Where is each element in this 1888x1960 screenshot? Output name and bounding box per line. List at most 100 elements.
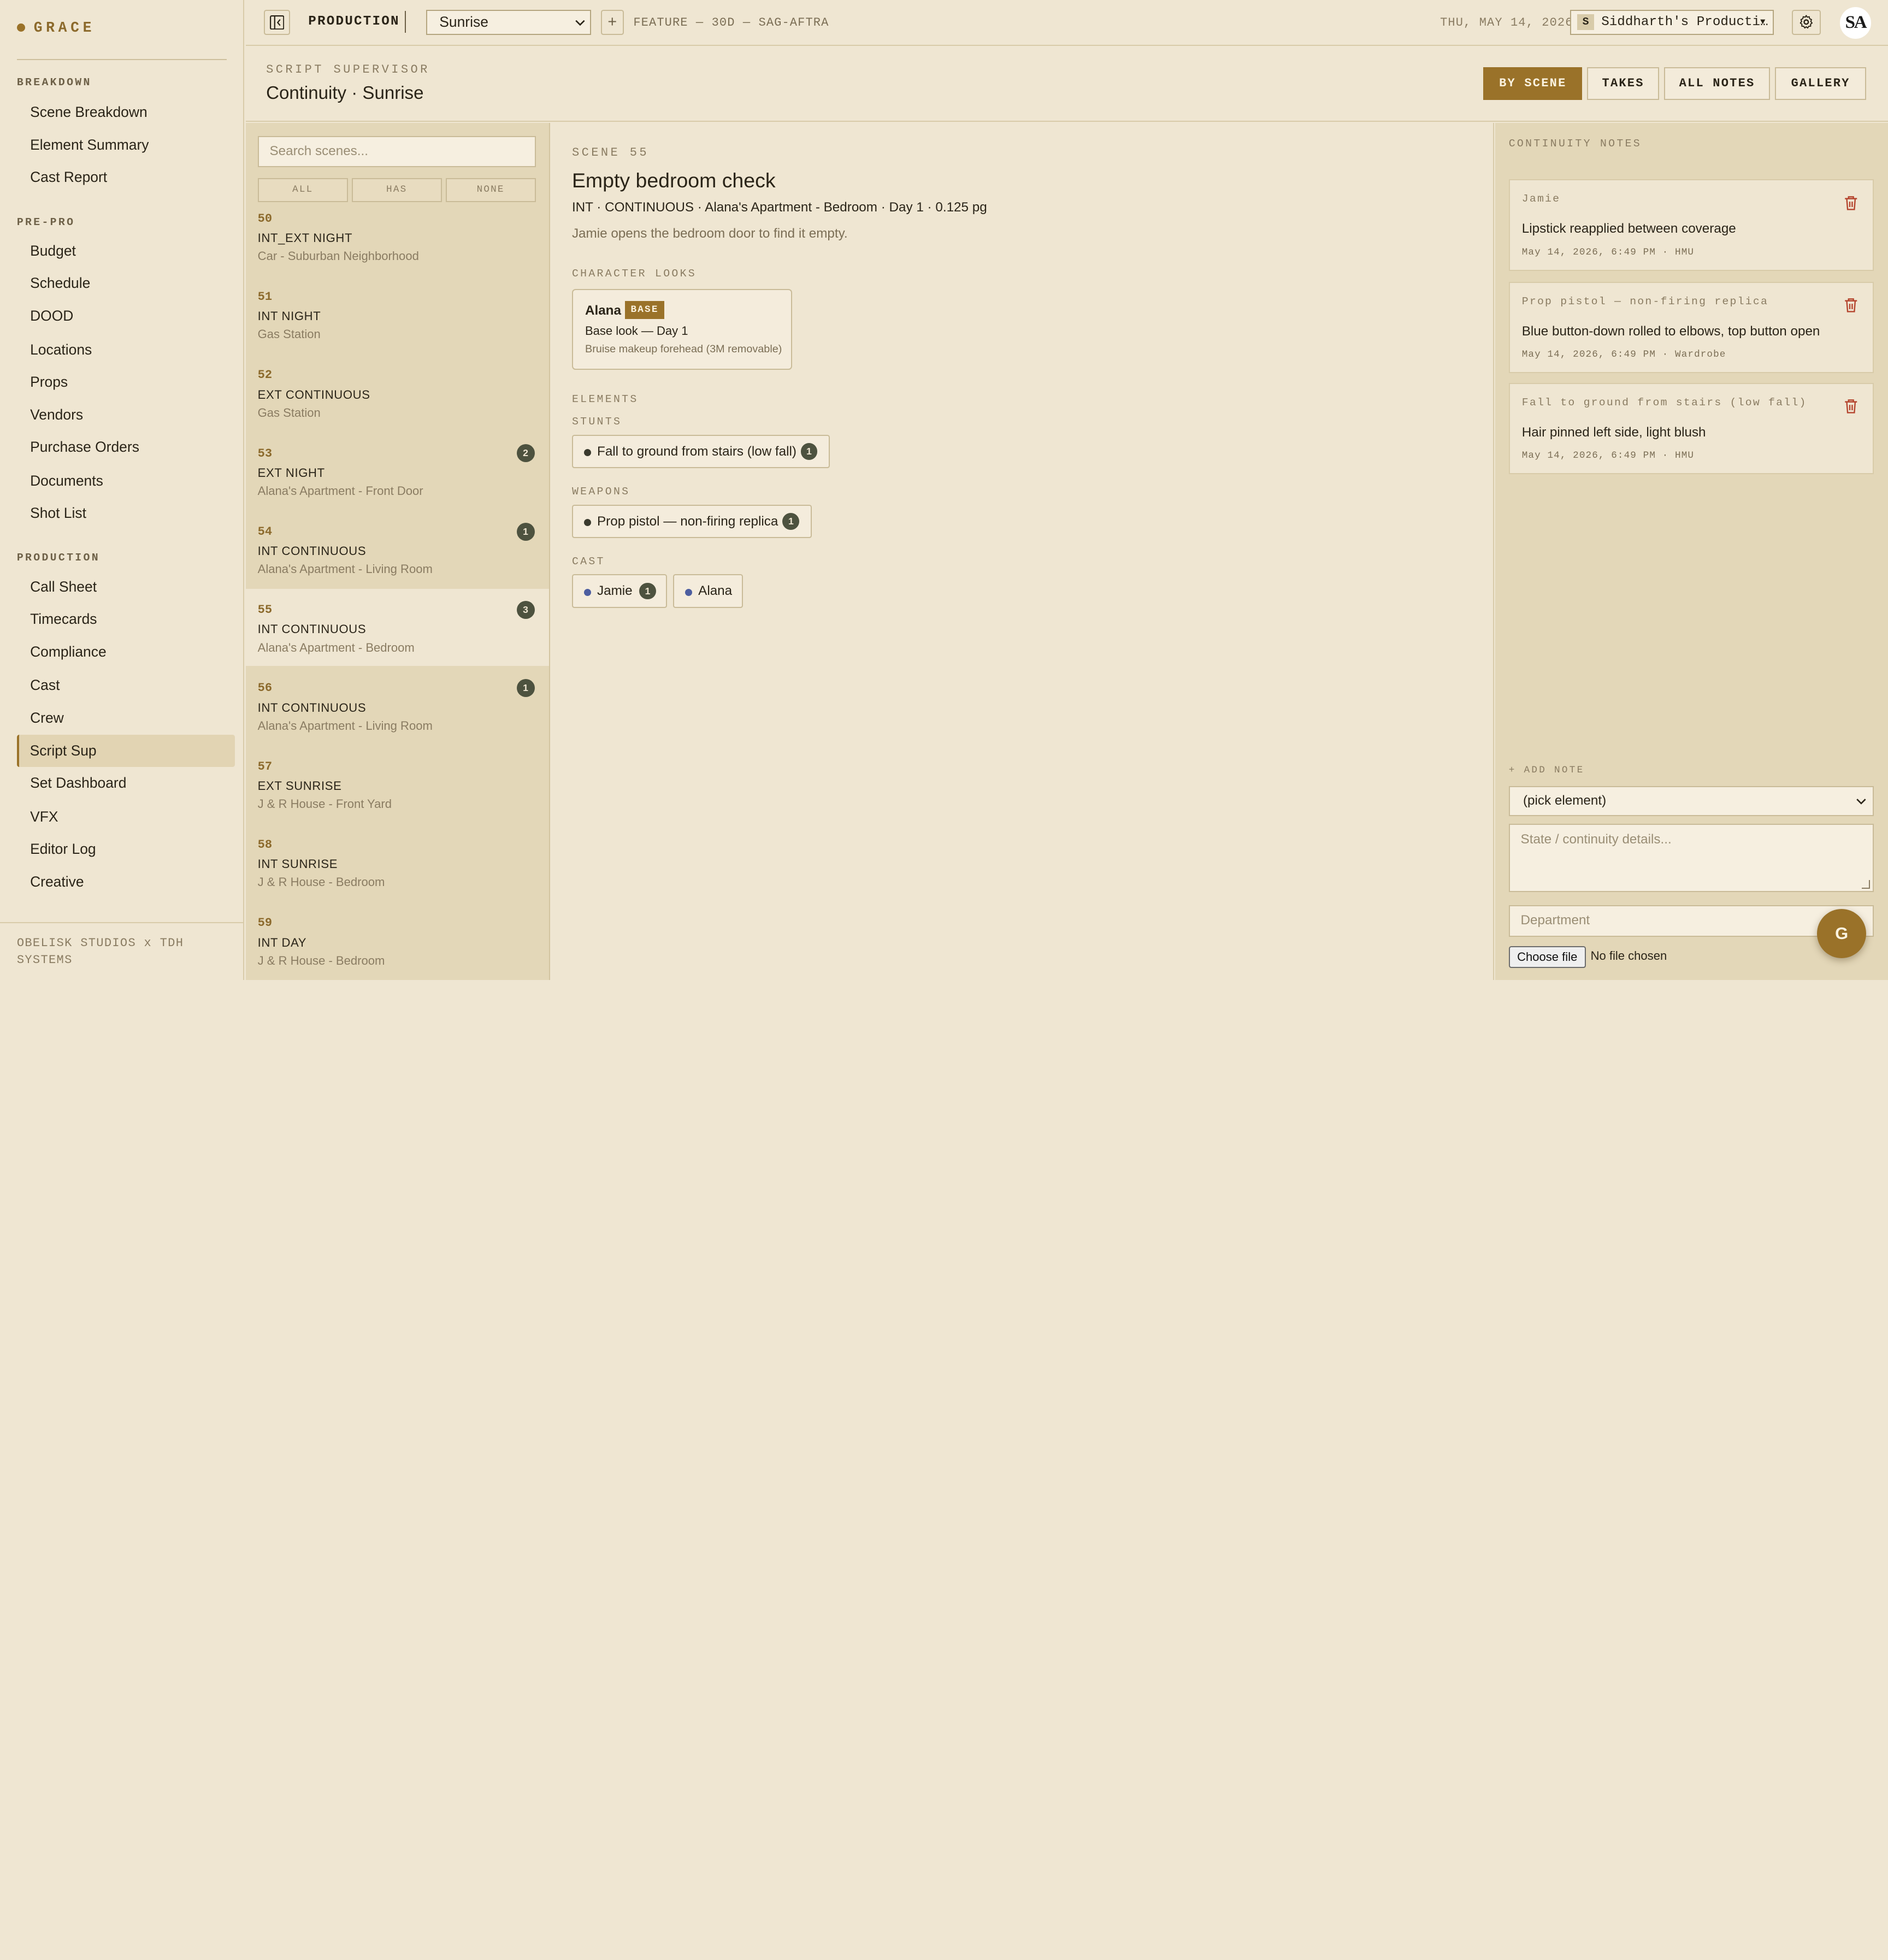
trash-icon[interactable] (1844, 398, 1858, 414)
sidebar-item-editor-log[interactable]: Editor Log (17, 833, 235, 866)
note-card: Prop pistol — non-firing replica Blue bu… (1508, 281, 1874, 374)
brand-logo[interactable]: GRACE (0, 0, 243, 55)
sidebar-item-vendors[interactable]: Vendors (17, 399, 235, 432)
scene-row-54[interactable]: 54 1 INT CONTINUOUS Alana's Apartment - … (246, 511, 549, 588)
note-text: Blue button-down rolled to elbows, top b… (1521, 323, 1820, 339)
element-chip-cast-jamie[interactable]: Jamie 1 (571, 574, 668, 609)
element-chip-stunt[interactable]: Fall to ground from stairs (low fall) 1 (571, 434, 830, 469)
sidebar-item-script-sup[interactable]: Script Sup (16, 734, 235, 767)
scene-location: Alana's Apartment - Front Door (257, 484, 423, 498)
sidebar-item-scene-breakdown[interactable]: Scene Breakdown (17, 96, 235, 129)
scene-row-50[interactable]: 50 INT_EXT NIGHT Car - Suburban Neighbor… (246, 212, 549, 275)
scene-row-58[interactable]: 58 INT SUNRISE J & R House - Bedroom (246, 824, 549, 901)
cast-dot-icon (685, 588, 693, 596)
cast-label: CAST (571, 555, 605, 568)
element-select[interactable]: (pick element) (1508, 786, 1874, 817)
look-note: Bruise makeup forehead (3M removable) (585, 343, 782, 355)
sidebar-footer: OBELISK STUDIOS x TDH SYSTEMS (0, 922, 244, 980)
settings-button[interactable] (1791, 9, 1821, 35)
sidebar-item-locations[interactable]: Locations (17, 334, 235, 367)
filter-none-button[interactable]: NONE (445, 178, 536, 203)
choose-file-button[interactable]: Choose file (1508, 946, 1586, 969)
element-label: Fall to ground from stairs (low fall) (597, 444, 796, 459)
scene-slug: INT CONTINUOUS (257, 544, 367, 558)
sidebar-item-schedule[interactable]: Schedule (17, 267, 235, 300)
scene-number: 57 (257, 759, 273, 774)
sidebar-item-cast-report[interactable]: Cast Report (17, 161, 235, 194)
resize-handle-icon[interactable] (1861, 880, 1871, 889)
scene-location: Car - Suburban Neighborhood (257, 249, 419, 263)
scene-row-55-selected[interactable]: 55 3 INT CONTINUOUS Alana's Apartment - … (245, 588, 550, 666)
sidebar-item-purchase-orders[interactable]: Purchase Orders (17, 431, 235, 464)
filter-has-button[interactable]: HAS (351, 178, 442, 203)
look-character-name: Alana (585, 303, 621, 318)
org-switcher[interactable]: S Siddharth's Producti… ▼ (1570, 9, 1774, 35)
search-input[interactable]: Search scenes... (257, 136, 536, 168)
sidebar-item-budget[interactable]: Budget (17, 235, 235, 268)
note-element-tag: Fall to ground from stairs (low fall) (1521, 395, 1807, 409)
tab-gallery[interactable]: GALLERY (1774, 67, 1867, 100)
element-label: Prop pistol — non-firing replica (597, 513, 778, 529)
scene-number: 51 (257, 290, 273, 304)
scene-slug: INT CONTINUOUS (257, 622, 367, 636)
continuity-details-textarea[interactable]: State / continuity details... (1508, 823, 1874, 893)
note-card: Jamie Lipstick reapplied between coverag… (1508, 179, 1874, 271)
trash-icon[interactable] (1844, 195, 1858, 211)
file-status: No file chosen (1590, 948, 1667, 963)
trash-icon[interactable] (1844, 297, 1858, 313)
sidebar-item-documents[interactable]: Documents (17, 465, 235, 498)
scene-row-59[interactable]: 59 INT DAY J & R House - Bedroom (246, 902, 549, 979)
element-chip-cast-alana[interactable]: Alana (673, 574, 743, 609)
tab-takes[interactable]: TAKES (1586, 67, 1660, 100)
element-select-value: (pick element) (1523, 793, 1607, 808)
sidebar-item-vfx[interactable]: VFX (17, 801, 235, 834)
scene-number: 54 (257, 524, 273, 539)
project-select-value: Sunrise (439, 13, 488, 30)
note-card: Fall to ground from stairs (low fall) Ha… (1508, 382, 1874, 475)
scene-list-scroll[interactable]: 50 INT_EXT NIGHT Car - Suburban Neighbor… (245, 212, 550, 980)
scene-number: 58 (257, 838, 273, 852)
scene-number: 59 (257, 916, 273, 930)
element-dot-icon (583, 448, 591, 457)
note-element-tag: Prop pistol — non-firing replica (1521, 294, 1769, 308)
sidebar: GRACE BREAKDOWN Scene Breakdown Element … (0, 0, 245, 981)
sidebar-item-dood[interactable]: DOOD (17, 300, 235, 333)
scene-row-51[interactable]: 51 INT NIGHT Gas Station (246, 276, 549, 353)
sidebar-item-shot-list[interactable]: Shot List (17, 497, 235, 530)
org-initial-badge: S (1577, 14, 1594, 30)
look-description: Base look — Day 1 (585, 323, 688, 338)
note-element-tag: Jamie (1521, 192, 1561, 205)
elements-label: ELEMENTS (571, 392, 639, 405)
user-avatar[interactable]: SA (1839, 7, 1872, 39)
character-looks-label: CHARACTER LOOKS (571, 267, 697, 280)
scene-location: Gas Station (257, 327, 321, 341)
sidebar-item-creative[interactable]: Creative (17, 866, 235, 899)
sidebar-item-props[interactable]: Props (17, 366, 235, 399)
scene-detail-panel: SCENE 55 Empty bedroom check INT · CONTI… (551, 122, 1495, 981)
scene-row-53[interactable]: 53 2 EXT NIGHT Alana's Apartment - Front… (246, 432, 549, 509)
sidebar-item-timecards[interactable]: Timecards (17, 603, 235, 636)
add-project-button[interactable]: + (600, 9, 624, 35)
scene-row-52[interactable]: 52 EXT CONTINUOUS Gas Station (246, 354, 549, 431)
nav-section-breakdown: BREAKDOWN (16, 75, 92, 88)
collapse-sidebar-button[interactable] (263, 9, 291, 35)
filter-all-button[interactable]: ALL (257, 178, 348, 203)
sidebar-item-crew[interactable]: Crew (17, 702, 235, 735)
scene-slug: INT_EXT NIGHT (257, 231, 353, 245)
sidebar-item-cast[interactable]: Cast (17, 669, 235, 702)
scene-row-56[interactable]: 56 1 INT CONTINUOUS Alana's Apartment - … (246, 667, 549, 744)
scene-location: Alana's Apartment - Bedroom (257, 640, 415, 654)
project-select[interactable]: Sunrise (426, 9, 592, 35)
sidebar-item-element-summary[interactable]: Element Summary (17, 129, 235, 162)
element-chip-weapon[interactable]: Prop pistol — non-firing replica 1 (571, 504, 812, 539)
scene-location: Alana's Apartment - Living Room (257, 718, 433, 733)
scene-description: Jamie opens the bedroom door to find it … (571, 226, 848, 241)
character-look-card[interactable]: Alana BASE Base look — Day 1 Bruise make… (571, 288, 793, 370)
sidebar-item-set-dashboard[interactable]: Set Dashboard (17, 767, 235, 800)
sidebar-item-call-sheet[interactable]: Call Sheet (17, 571, 235, 604)
sidebar-item-compliance[interactable]: Compliance (17, 636, 235, 669)
tab-all-notes[interactable]: ALL NOTES (1664, 67, 1770, 100)
scene-row-57[interactable]: 57 EXT SUNRISE J & R House - Front Yard (246, 745, 549, 822)
tab-by-scene[interactable]: BY SCENE (1483, 67, 1583, 100)
brand-dot-icon (16, 23, 26, 32)
